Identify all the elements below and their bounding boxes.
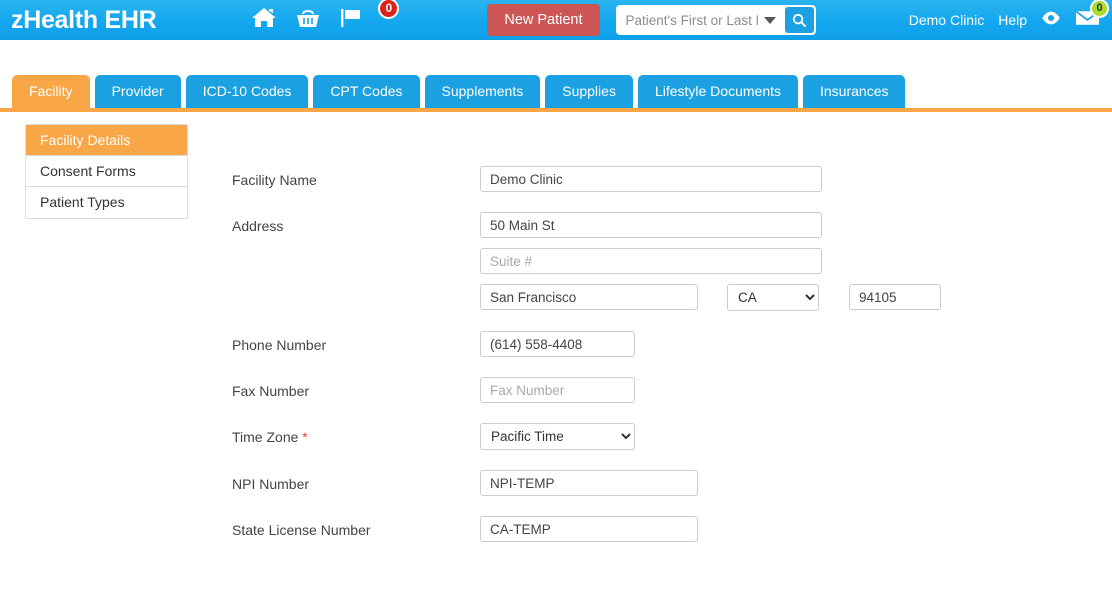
app-brand-title: zHealth EHR (11, 5, 157, 34)
top-header-bar: zHealth EHR 0 New Patient Patient's Firs… (0, 0, 1112, 40)
tab-facility[interactable]: Facility (12, 75, 90, 108)
flag-icon[interactable] (339, 6, 363, 35)
state-license-label: State License Number (232, 522, 371, 538)
basket-icon[interactable] (295, 6, 321, 35)
time-zone-label-text: Time Zone (232, 429, 299, 445)
time-zone-select[interactable]: Pacific TimeMountain TimeCentral TimeEas… (480, 423, 635, 450)
clinic-name-label: Demo Clinic (908, 12, 985, 28)
phone-number-input[interactable] (480, 331, 635, 357)
patient-search-group (615, 5, 816, 35)
tab-provider[interactable]: Provider (94, 75, 181, 108)
facility-sidebar-menu: Facility Details Consent Forms Patient T… (25, 124, 188, 219)
active-tab-underline (0, 108, 1112, 112)
fax-number-label: Fax Number (232, 383, 310, 399)
form-row-timezone: Time Zone * Pacific TimeMountain TimeCen… (232, 423, 992, 450)
sidebar-item-patient-types[interactable]: Patient Types (26, 187, 187, 218)
caret-down-icon[interactable] (763, 16, 776, 24)
city-state-zip-spacer (232, 284, 480, 290)
sidebar-item-facility-details[interactable]: Facility Details (26, 125, 187, 156)
patient-search-input[interactable] (617, 11, 760, 29)
zip-input[interactable] (849, 284, 941, 310)
npi-number-input[interactable] (480, 470, 698, 496)
header-right-group: Demo Clinic Help 0 (908, 0, 1112, 32)
form-row-facility-name: Facility Name (232, 166, 992, 192)
tab-icd-10-codes[interactable]: ICD-10 Codes (185, 75, 309, 108)
address-label: Address (232, 218, 284, 234)
form-row-npi: NPI Number (232, 470, 992, 496)
time-zone-label: Time Zone * (232, 423, 480, 445)
help-link[interactable]: Help (998, 12, 1027, 28)
tab-lifestyle-documents[interactable]: Lifestyle Documents (637, 75, 798, 108)
page-content: Facility Details Consent Forms Patient T… (0, 108, 1112, 562)
new-patient-button[interactable]: New Patient (487, 4, 600, 36)
address-line2-spacer (232, 248, 480, 254)
form-row-fax: Fax Number (232, 377, 992, 403)
alert-badge[interactable]: 0 (378, 0, 400, 19)
sidebar-item-consent-forms[interactable]: Consent Forms (26, 156, 187, 187)
state-select[interactable]: CAALAKAZARCOCTDEFLGANYTXWA (727, 284, 819, 311)
messages-button[interactable]: 0 (1075, 0, 1109, 32)
search-button[interactable] (784, 7, 814, 33)
tab-supplies[interactable]: Supplies (545, 75, 633, 108)
header-icon-group: 0 (251, 0, 400, 35)
tab-insurances[interactable]: Insurances (803, 75, 906, 108)
home-icon[interactable] (251, 6, 277, 35)
form-row-phone: Phone Number (232, 331, 992, 357)
required-asterisk-icon: * (302, 429, 308, 445)
fax-number-input[interactable] (480, 377, 635, 403)
address-suite-input[interactable] (480, 248, 822, 274)
facility-name-label: Facility Name (232, 172, 317, 188)
address-line1-input[interactable] (480, 212, 822, 238)
facility-details-form: Facility Name Address CAALAKAZARCOCTDEFL… (232, 166, 992, 562)
facility-name-input[interactable] (480, 166, 822, 192)
state-license-input[interactable] (480, 516, 698, 542)
eye-icon[interactable] (1041, 11, 1061, 30)
phone-number-label: Phone Number (232, 337, 327, 353)
tab-cpt-codes[interactable]: CPT Codes (313, 75, 420, 108)
city-input[interactable] (480, 284, 698, 310)
module-tab-bar: Facility Provider ICD-10 Codes CPT Codes… (0, 75, 1112, 112)
form-row-address-line1: Address (232, 212, 992, 238)
form-row-address-line2 (232, 248, 992, 274)
form-row-city-state-zip: CAALAKAZARCOCTDEFLGANYTXWA (232, 284, 992, 311)
form-row-state-license: State License Number (232, 516, 992, 542)
tab-supplements[interactable]: Supplements (424, 75, 541, 108)
messages-badge: 0 (1090, 0, 1109, 18)
npi-number-label: NPI Number (232, 476, 310, 492)
